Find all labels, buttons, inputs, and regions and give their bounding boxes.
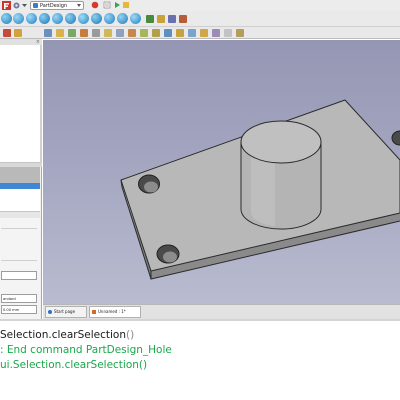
pad-icon[interactable]: [44, 29, 52, 37]
multi-transform-icon[interactable]: [224, 29, 232, 37]
bottom-view-icon[interactable]: [117, 13, 128, 24]
chevron-down-icon: [77, 4, 81, 7]
part-icon[interactable]: [146, 15, 154, 23]
pipe-icon[interactable]: [116, 29, 124, 37]
partdesign-toolbar: [0, 27, 400, 39]
hole-icon[interactable]: [68, 29, 76, 37]
console-text-parens: (): [126, 329, 135, 341]
loft-icon[interactable]: [104, 29, 112, 37]
console-line: ui.Selection.clearSelection(): [0, 359, 148, 371]
record-macro-icon[interactable]: [91, 1, 99, 9]
tab-start-page[interactable]: Start page: [45, 306, 87, 318]
document-tabs: Start page Unnamed : 1*: [43, 304, 400, 319]
cylinder-top[interactable]: [240, 120, 322, 164]
dropdown-arrow-icon[interactable]: [21, 2, 28, 9]
debug-icon[interactable]: [122, 1, 130, 9]
hole-left-top-inner: [144, 181, 158, 193]
toolbar-top: PartDesign: [0, 0, 400, 11]
front-view-icon[interactable]: [65, 13, 76, 24]
fillet-icon[interactable]: [128, 29, 136, 37]
partdesign-icon: [33, 3, 38, 8]
model-tree[interactable]: [0, 45, 40, 163]
run-macro-icon[interactable]: [113, 1, 121, 9]
task-label-1: [1, 232, 37, 239]
view-toolbar: [0, 11, 400, 27]
draw-style-icon[interactable]: [26, 13, 37, 24]
workbench-selector[interactable]: PartDesign: [30, 1, 84, 10]
create-body-icon[interactable]: [3, 29, 11, 37]
tab-label: Unnamed : 1*: [98, 309, 126, 314]
create-sketch-icon[interactable]: [14, 29, 22, 37]
pocket-icon[interactable]: [56, 29, 64, 37]
settings-icon[interactable]: [13, 2, 20, 9]
console-line: Selection.clearSelection(): [0, 328, 400, 342]
fit-all-icon[interactable]: [1, 13, 12, 24]
draft-icon[interactable]: [152, 29, 160, 37]
property-view-tabs[interactable]: [0, 211, 40, 218]
freecad-logo-icon: [2, 1, 11, 10]
task-panel: andard 0.00 mm: [0, 218, 40, 319]
3d-model: [120, 99, 400, 280]
top-view-icon[interactable]: [78, 13, 89, 24]
boolean-icon[interactable]: [236, 29, 244, 37]
task-divider: [1, 260, 37, 261]
start-page-icon: [48, 310, 52, 314]
console-text: Selection.clearSelection: [0, 329, 127, 341]
tree-scrollbar[interactable]: [40, 45, 42, 163]
tab-document[interactable]: Unnamed : 1*: [89, 306, 141, 318]
python-console[interactable]: Selection.clearSelection() : End command…: [0, 319, 400, 400]
revolution-icon[interactable]: [80, 29, 88, 37]
hole-diameter-field[interactable]: 0.00 mm: [1, 305, 37, 314]
hole-right-top[interactable]: [391, 130, 400, 146]
right-view-icon[interactable]: [91, 13, 102, 24]
bounding-box-icon[interactable]: [39, 13, 50, 24]
document-icon: [92, 310, 96, 314]
combo-view-panel: × andard 0.00 mm: [0, 39, 42, 319]
fit-selection-icon[interactable]: [13, 13, 24, 24]
macro-list-icon[interactable]: [103, 1, 111, 9]
console-line: : End command PartDesign_Hole: [0, 344, 172, 356]
property-list[interactable]: [0, 189, 40, 211]
tab-label: Start page: [54, 309, 76, 314]
left-view-icon[interactable]: [130, 13, 141, 24]
property-row[interactable]: [0, 167, 40, 183]
mirrored-icon[interactable]: [176, 29, 184, 37]
scaled-icon[interactable]: [212, 29, 220, 37]
polar-pattern-icon[interactable]: [200, 29, 208, 37]
workbench-label: PartDesign: [40, 3, 68, 9]
thickness-icon[interactable]: [164, 29, 172, 37]
groove-icon[interactable]: [92, 29, 100, 37]
rear-view-icon[interactable]: [104, 13, 115, 24]
3d-view[interactable]: [43, 40, 400, 304]
hole-left-bottom-inner: [163, 251, 177, 263]
hole-standard-field[interactable]: andard: [1, 294, 37, 303]
measure-icon[interactable]: [168, 15, 176, 23]
hole-thread-field[interactable]: [1, 271, 37, 280]
task-divider: [1, 228, 37, 229]
group-icon[interactable]: [157, 15, 165, 23]
chamfer-icon[interactable]: [140, 29, 148, 37]
task-label-2: [1, 262, 37, 269]
isometric-view-icon[interactable]: [52, 13, 63, 24]
clipping-plane-icon[interactable]: [179, 15, 187, 23]
linear-pattern-icon[interactable]: [188, 29, 196, 37]
